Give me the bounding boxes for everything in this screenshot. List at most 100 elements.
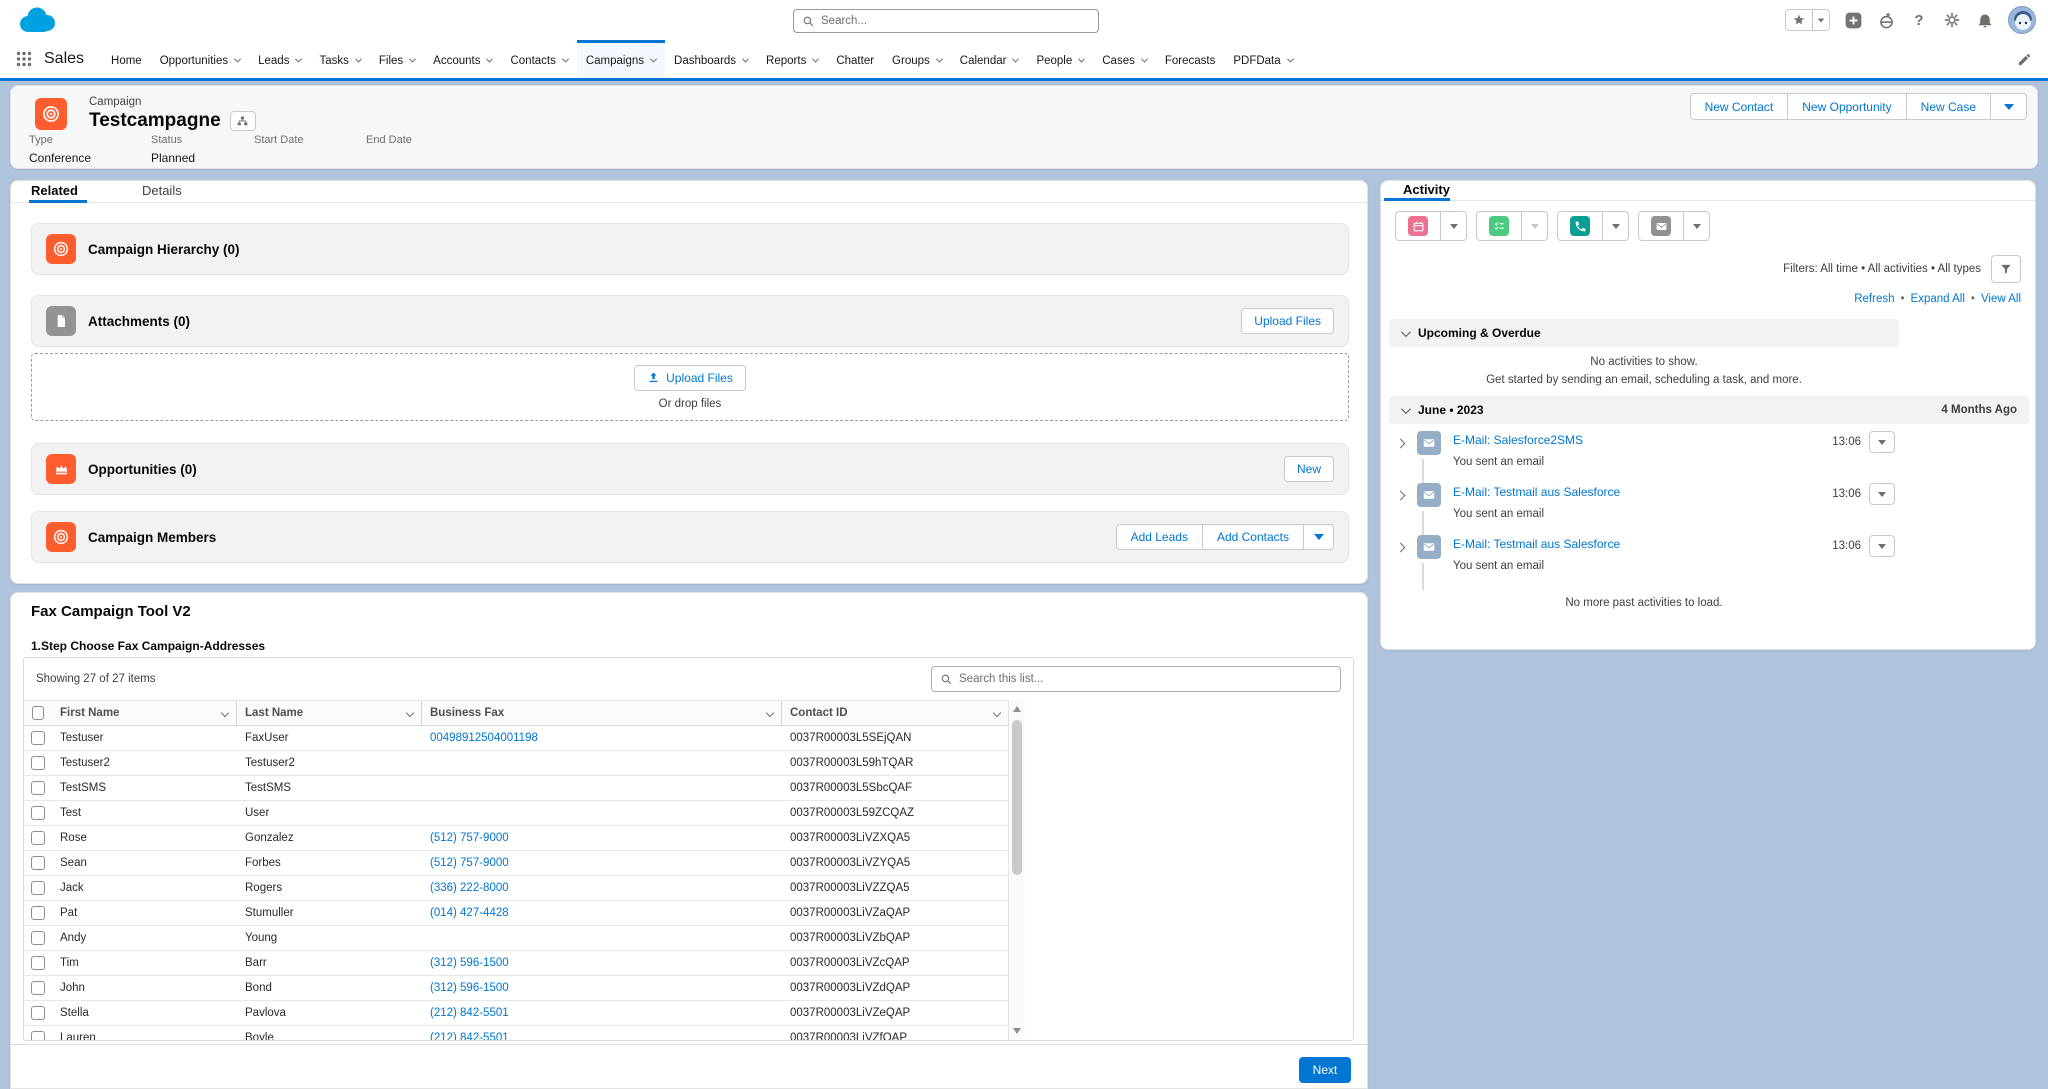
row-checkbox[interactable] (31, 956, 45, 970)
cell-business-fax[interactable]: (512) 757-9000 (430, 857, 509, 869)
cell-business-fax[interactable]: (212) 842-5501 (430, 1007, 509, 1019)
add-contacts-button[interactable]: Add Contacts (1203, 524, 1304, 550)
nav-tab[interactable]: PDFData (1224, 40, 1301, 78)
row-checkbox[interactable] (31, 731, 45, 745)
nav-tab[interactable]: Tasks (310, 40, 369, 78)
table-row[interactable]: Andy Young 0037R00003LiVZbQAP (24, 926, 1008, 951)
table-row[interactable]: Test User 0037R00003L59ZCQAZ (24, 801, 1008, 826)
row-checkbox[interactable] (31, 831, 45, 845)
nav-tab[interactable]: Dashboards (665, 40, 757, 78)
tab-details[interactable]: Details (142, 181, 182, 202)
nav-tab[interactable]: Accounts (424, 40, 501, 78)
table-row[interactable]: Rose Gonzalez (512) 757-9000 0037R00003L… (24, 826, 1008, 851)
table-row[interactable]: Stella Pavlova (212) 842-5501 0037R00003… (24, 1001, 1008, 1026)
chevron-down-icon[interactable] (486, 56, 493, 63)
new-event-button[interactable] (1395, 211, 1441, 241)
campaign-members-dropdown[interactable] (1304, 524, 1334, 550)
chevron-down-icon[interactable] (936, 56, 943, 63)
nav-tab[interactable]: Contacts (501, 40, 576, 78)
chevron-down-icon[interactable] (1401, 327, 1411, 337)
table-row[interactable]: Jack Rogers (336) 222-8000 0037R00003LiV… (24, 876, 1008, 901)
cell-business-fax[interactable]: (512) 757-9000 (430, 832, 509, 844)
record-actions-dropdown[interactable] (1991, 93, 2027, 120)
table-row[interactable]: Pat Stumuller (014) 427-4428 0037R00003L… (24, 901, 1008, 926)
favorites-dropdown-icon[interactable] (1813, 9, 1830, 31)
expand-chevron-icon[interactable] (1396, 543, 1406, 553)
new-event-dropdown[interactable] (1441, 211, 1467, 241)
app-launcher-icon[interactable] (16, 51, 32, 67)
notifications-bell-icon[interactable] (1975, 10, 1995, 30)
table-row[interactable]: Testuser FaxUser 00498912504001198 0037R… (24, 726, 1008, 751)
chevron-down-icon[interactable] (1012, 56, 1019, 63)
column-header-business-fax[interactable]: Business Fax (422, 701, 782, 725)
row-checkbox[interactable] (31, 756, 45, 770)
view-campaign-hierarchy-button[interactable] (230, 111, 256, 131)
next-button[interactable]: Next (1299, 1057, 1351, 1083)
cell-business-fax[interactable]: (212) 842-5501 (430, 1032, 509, 1040)
cell-business-fax[interactable]: (014) 427-4428 (430, 907, 509, 919)
row-checkbox[interactable] (31, 1006, 45, 1020)
row-checkbox[interactable] (31, 781, 45, 795)
nav-tab[interactable]: Opportunities (151, 40, 249, 78)
nav-tab[interactable]: Home (102, 40, 151, 78)
nav-tab[interactable]: Files (370, 40, 424, 78)
nav-tab[interactable]: Campaigns (577, 40, 665, 78)
scrollbar-thumb[interactable] (1012, 720, 1022, 875)
expand-chevron-icon[interactable] (1396, 439, 1406, 449)
filter-icon[interactable] (1991, 255, 2021, 283)
activity-title-link[interactable]: E-Mail: Testmail aus Salesforce (1453, 537, 1620, 551)
cell-business-fax[interactable]: 00498912504001198 (430, 732, 538, 744)
table-row[interactable]: TestSMS TestSMS 0037R00003L5SbcQAF (24, 776, 1008, 801)
table-row[interactable]: Sean Forbes (512) 757-9000 0037R00003LiV… (24, 851, 1008, 876)
chevron-down-icon[interactable] (650, 56, 657, 63)
activity-actions-dropdown[interactable] (1869, 431, 1895, 453)
chevron-down-icon[interactable] (295, 56, 302, 63)
log-a-call-button[interactable] (1557, 211, 1603, 241)
chevron-down-icon[interactable] (355, 56, 362, 63)
table-scrollbar[interactable] (1008, 700, 1025, 1040)
column-header-contact-id[interactable]: Contact ID (782, 701, 1008, 725)
tab-related[interactable]: Related (31, 181, 78, 202)
table-row[interactable]: Testuser2 Testuser2 0037R00003L59hTQAR (24, 751, 1008, 776)
row-checkbox[interactable] (31, 931, 45, 945)
cell-business-fax[interactable]: (336) 222-8000 (430, 882, 509, 894)
section-campaign-members[interactable]: Campaign Members Add Leads Add Contacts (31, 511, 1349, 563)
chevron-down-icon[interactable] (1078, 56, 1085, 63)
favorites-star-icon[interactable] (1785, 9, 1813, 31)
email-dropdown[interactable] (1684, 211, 1710, 241)
record-action-button[interactable]: New Case (1907, 93, 1991, 120)
chevron-down-icon[interactable] (812, 56, 819, 63)
record-action-button[interactable]: New Contact (1690, 93, 1789, 120)
nav-tab[interactable]: Leads (249, 40, 310, 78)
row-checkbox[interactable] (31, 881, 45, 895)
add-leads-button[interactable]: Add Leads (1116, 524, 1203, 550)
column-header-first-name[interactable]: First Name (52, 701, 237, 725)
activity-title-link[interactable]: E-Mail: Salesforce2SMS (1453, 433, 1583, 447)
help-icon[interactable]: ? (1909, 10, 1929, 30)
record-action-button[interactable]: New Opportunity (1788, 93, 1906, 120)
table-row[interactable]: Tim Barr (312) 596-1500 0037R00003LiVZcQ… (24, 951, 1008, 976)
user-avatar[interactable] (2008, 6, 2036, 34)
section-attachments[interactable]: Attachments (0) Upload Files (31, 295, 1349, 347)
global-search-input[interactable] (821, 15, 1090, 27)
month-section[interactable]: June • 2023 4 Months Ago (1389, 396, 2029, 424)
chevron-down-icon[interactable] (742, 56, 749, 63)
file-dropzone[interactable]: Upload Files Or drop files (31, 353, 1349, 421)
scroll-up-arrow-icon[interactable] (1013, 706, 1021, 712)
setup-gear-icon[interactable] (1942, 10, 1962, 30)
log-a-call-dropdown[interactable] (1603, 211, 1629, 241)
chevron-down-icon[interactable] (562, 56, 569, 63)
list-search-input[interactable] (959, 673, 1332, 685)
nav-tab[interactable]: Reports (757, 40, 827, 78)
new-task-button[interactable] (1476, 211, 1522, 241)
row-checkbox[interactable] (31, 806, 45, 820)
nav-tab[interactable]: Calendar (951, 40, 1028, 78)
expand-all-link[interactable]: Expand All (1911, 293, 1965, 305)
activity-actions-dropdown[interactable] (1869, 535, 1895, 557)
chevron-down-icon[interactable] (1141, 56, 1148, 63)
global-actions-plus-icon[interactable] (1843, 10, 1863, 30)
global-search[interactable] (793, 9, 1099, 33)
column-header-last-name[interactable]: Last Name (237, 701, 422, 725)
nav-tab[interactable]: Chatter (827, 40, 883, 78)
chevron-down-icon[interactable] (406, 709, 414, 717)
